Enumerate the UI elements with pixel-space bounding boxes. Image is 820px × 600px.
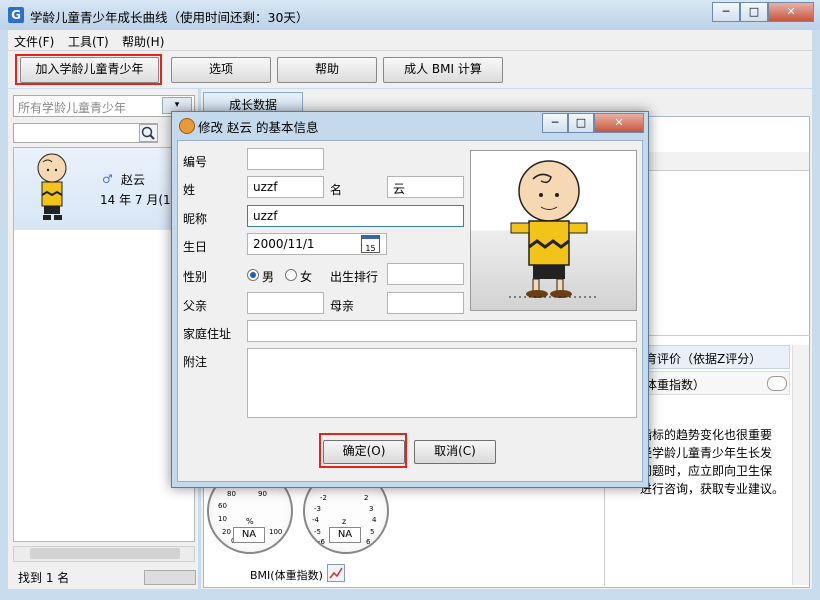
gauge-tick: -2: [320, 494, 327, 502]
help-button[interactable]: 帮助: [277, 57, 377, 83]
label-address: 家庭住址: [183, 327, 232, 341]
options-button[interactable]: 选项: [171, 57, 271, 83]
gender-male-label: 男: [262, 270, 275, 284]
gauge-tick: -6: [318, 538, 325, 546]
user-icon: [179, 118, 195, 134]
label-nickname: 昵称: [183, 212, 208, 226]
gauge-value: NA: [233, 527, 265, 543]
vertical-scrollbar[interactable]: [792, 345, 809, 585]
cancel-button[interactable]: 取消(C): [414, 440, 496, 464]
label-surname: 姓: [183, 183, 196, 197]
ok-button-highlight: [319, 433, 407, 468]
person-photo[interactable]: [470, 150, 637, 311]
search-icon[interactable]: [139, 124, 158, 142]
note-field[interactable]: [247, 348, 637, 418]
label-birthday: 生日: [183, 240, 208, 254]
window-title: 学龄儿童青少年成长曲线（使用时间还剩：30天）: [30, 10, 309, 25]
birth-order-field[interactable]: [387, 263, 464, 285]
gauge-value: NA: [329, 527, 361, 543]
app-icon: G: [8, 7, 24, 23]
given-name-field[interactable]: 云: [387, 176, 464, 198]
search-input[interactable]: [13, 123, 158, 143]
dialog-title: 修改 赵云 的基本信息: [198, 120, 319, 135]
gauge-tick: 80: [227, 490, 236, 498]
gauge-tick: 2: [364, 494, 369, 502]
gauge-tick: 60: [218, 502, 227, 510]
label-mother: 母亲: [330, 299, 355, 313]
label-father: 父亲: [183, 299, 208, 313]
label-birth-order: 出生排行: [330, 270, 379, 284]
menu-help[interactable]: 帮助(H): [122, 33, 164, 50]
gauge-tick: -4: [312, 516, 319, 524]
bmi-label: BMI(体重指数): [250, 569, 323, 582]
surname-field[interactable]: uzzf: [247, 176, 324, 198]
scroll-thumb[interactable]: [30, 548, 180, 559]
desc-line: 经学龄儿童青少年生长发: [640, 446, 773, 460]
section-divider: [640, 335, 810, 336]
minimize-button[interactable]: ─: [712, 2, 740, 22]
add-button-highlight: [15, 54, 162, 85]
right-description: 指标的趋势变化也很重要 经学龄儿童青少年生长发 问题时，应立即向卫生保 进行咨询…: [640, 426, 790, 498]
gauge-tick: 90: [258, 490, 267, 498]
adult-bmi-button[interactable]: 成人 BMI 计算: [383, 57, 503, 83]
gauge-tick: 10: [218, 515, 227, 523]
label-gender: 性别: [183, 270, 208, 284]
male-icon: ♂: [102, 172, 113, 186]
label-note: 附注: [183, 355, 208, 369]
status-control: [144, 570, 196, 585]
avatar: [37, 153, 67, 220]
gender-male-radio[interactable]: [247, 269, 259, 281]
gauge-tick: 100: [269, 528, 283, 536]
desc-line: 指标的趋势变化也很重要: [640, 428, 773, 442]
maximize-button[interactable]: □: [740, 2, 768, 22]
close-button[interactable]: ✕: [768, 2, 814, 22]
bmi-toggle[interactable]: [767, 376, 787, 391]
mother-field[interactable]: [387, 292, 464, 314]
found-status: 找到 1 名: [18, 571, 70, 585]
nickname-field[interactable]: uzzf: [247, 205, 464, 227]
gauge-tick: 20: [222, 528, 231, 536]
person-name: 赵云: [121, 173, 146, 187]
label-given-name: 名: [330, 183, 343, 197]
id-field[interactable]: [247, 148, 324, 170]
desc-line: 进行咨询，获取专业建议。: [640, 482, 785, 496]
gender-female-radio[interactable]: [285, 269, 297, 281]
address-field[interactable]: [247, 320, 637, 342]
desc-line: 问题时，应立即向卫生保: [640, 464, 773, 478]
eval-header[interactable]: 育评价（依据Z评分）: [640, 345, 790, 369]
dialog-maximize-button[interactable]: □: [568, 113, 594, 133]
label-id: 编号: [183, 155, 208, 169]
person-date: 14 年 7 月(17: [100, 193, 179, 207]
dialog-minimize-button[interactable]: ─: [542, 113, 568, 133]
gauge-tick: 4: [372, 516, 377, 524]
menu-file[interactable]: 文件(F): [14, 33, 54, 50]
calendar-icon[interactable]: 15: [361, 235, 380, 253]
gender-female-label: 女: [300, 270, 313, 284]
gauge-tick: -5: [314, 528, 321, 536]
gauge-tick: 5: [370, 528, 375, 536]
gauge-unit: z: [342, 517, 347, 526]
father-field[interactable]: [247, 292, 324, 314]
menu-tools[interactable]: 工具(T): [68, 33, 109, 50]
gauge-unit: %: [246, 517, 254, 526]
dialog-close-button[interactable]: ✕: [594, 113, 644, 133]
gauge-tick: 6: [366, 538, 371, 546]
chart-icon[interactable]: [327, 564, 345, 582]
gauge-tick: 3: [369, 505, 374, 513]
gauge-tick: -3: [314, 505, 321, 513]
